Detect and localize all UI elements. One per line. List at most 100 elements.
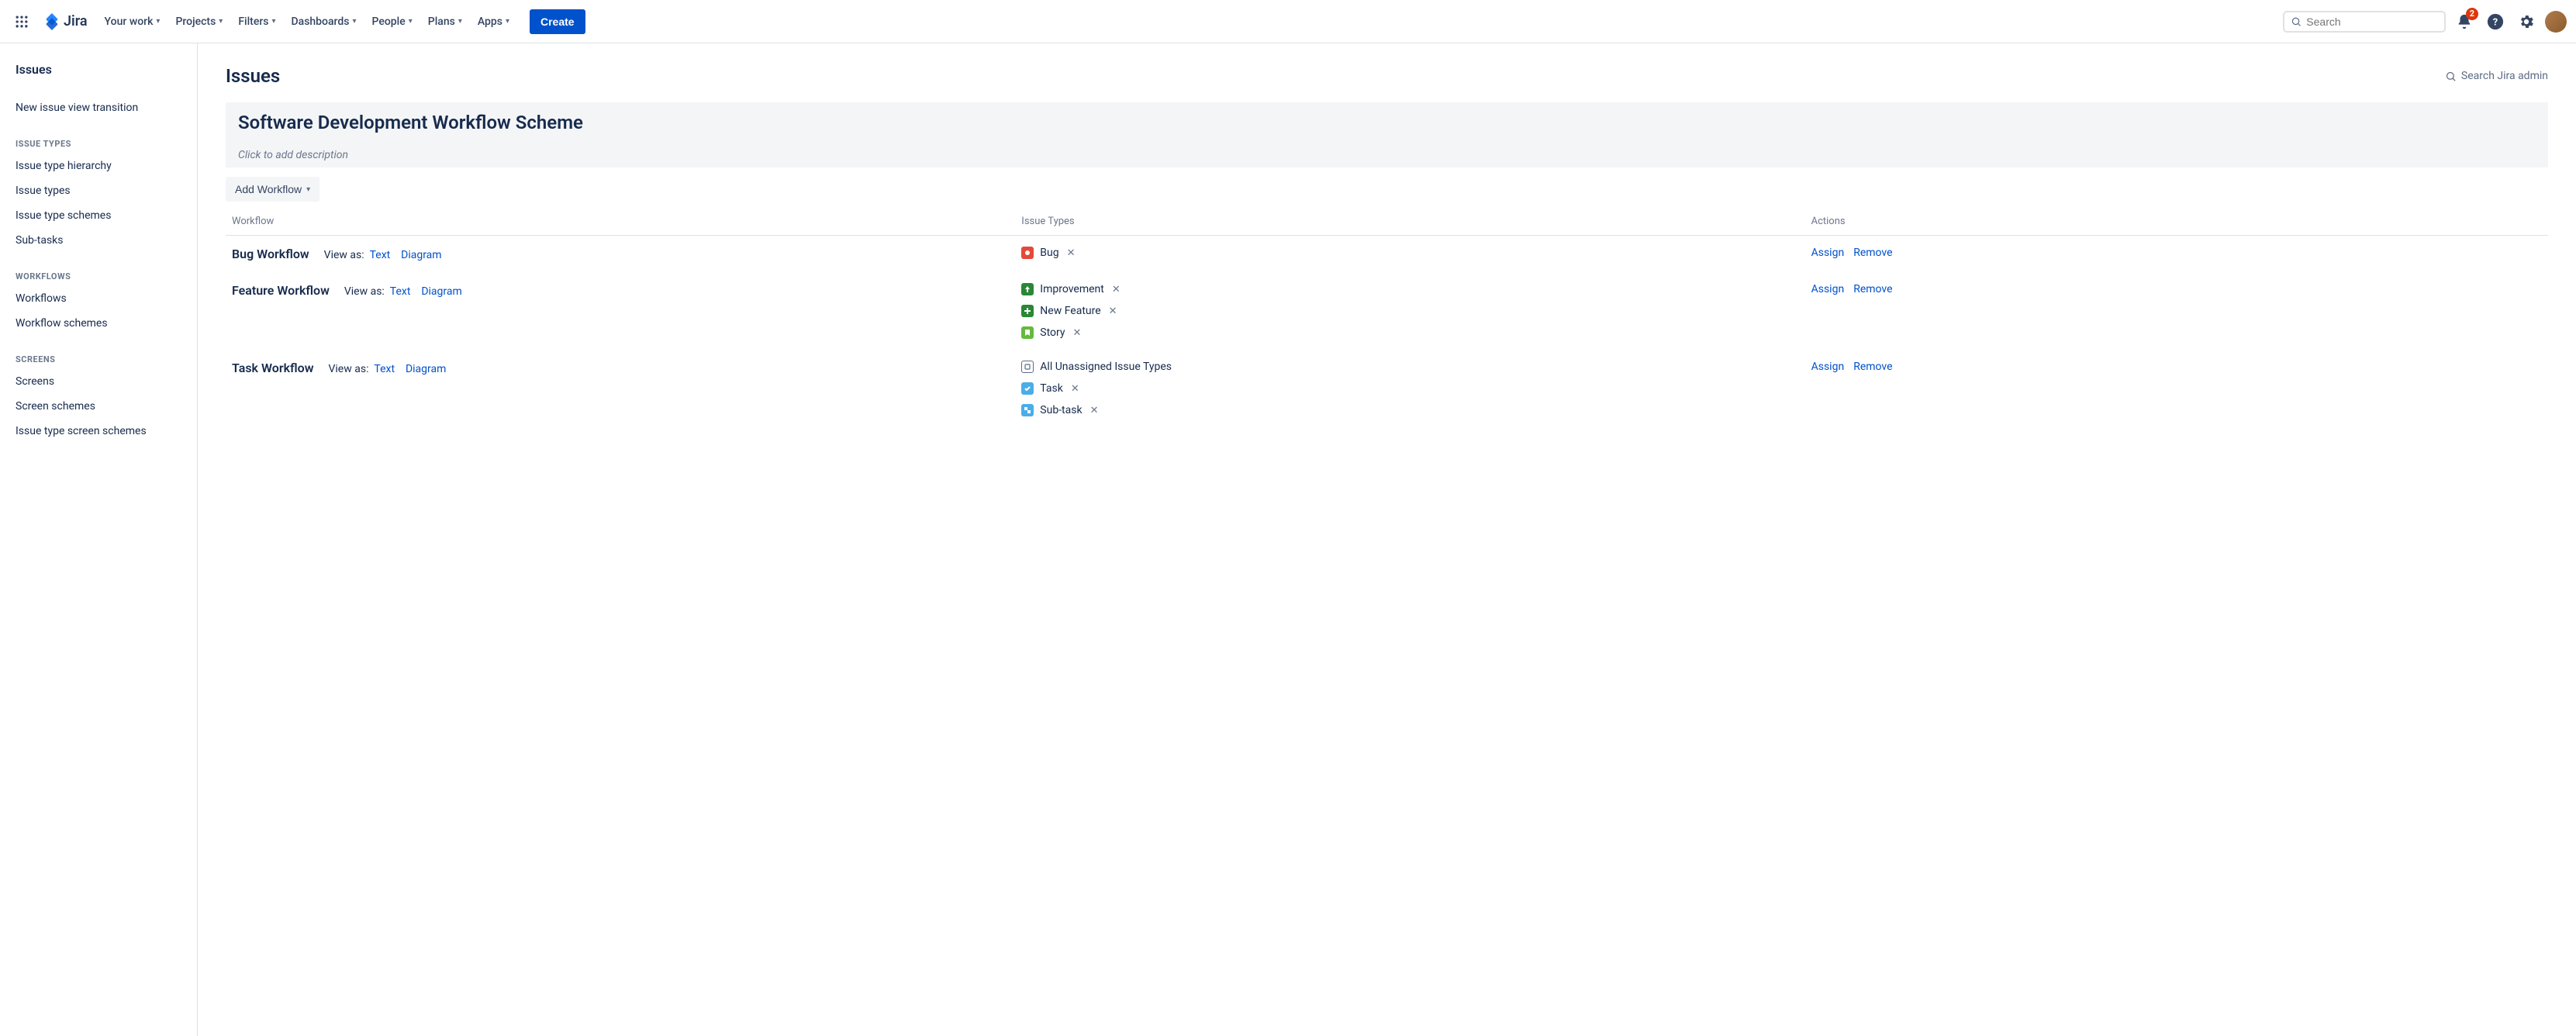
workflow-name: Task Workflow: [232, 361, 314, 375]
nav-apps[interactable]: Apps▾: [470, 11, 517, 33]
help-icon[interactable]: ?: [2483, 9, 2508, 34]
assign-link[interactable]: Assign: [1811, 283, 1845, 295]
settings-icon[interactable]: [2514, 9, 2539, 34]
remove-issue-type-icon[interactable]: ✕: [1109, 306, 1117, 317]
issue-type-all-unassigned-issue-types: All Unassigned Issue Types: [1021, 361, 1798, 373]
sidebar-group-workflows: WORKFLOWS: [16, 271, 188, 281]
task-icon: [1021, 382, 1034, 395]
remove-issue-type-icon[interactable]: ✕: [1090, 405, 1099, 416]
nav-projects[interactable]: Projects▾: [167, 11, 230, 33]
workflow-row: Bug Workflow View as: Text DiagramBug✕As…: [226, 236, 2548, 273]
issue-type-label: Bug: [1040, 247, 1058, 259]
remove-link[interactable]: Remove: [1853, 247, 1892, 259]
chevron-down-icon: ▾: [352, 17, 356, 26]
sidebar-group-screens: SCREENS: [16, 354, 188, 364]
sidebar-link-issue-type-schemes[interactable]: Issue type schemes: [16, 203, 188, 228]
feature-icon: [1021, 305, 1034, 317]
remove-link[interactable]: Remove: [1853, 361, 1892, 373]
chevron-down-icon: ▾: [219, 17, 223, 26]
scheme-name[interactable]: Software Development Workflow Scheme: [226, 102, 2548, 143]
view-text-link[interactable]: Text: [370, 249, 391, 261]
search-icon: [2291, 16, 2301, 28]
global-search[interactable]: [2283, 11, 2446, 33]
top-nav: Jira Your work▾Projects▾Filters▾Dashboar…: [0, 0, 2576, 43]
view-diagram-link[interactable]: Diagram: [406, 363, 446, 375]
user-avatar[interactable]: [2545, 11, 2567, 33]
workflow-row: Feature Workflow View as: Text Diagram Im…: [226, 272, 2548, 350]
app-switcher-icon[interactable]: [9, 9, 34, 34]
sidebar-link-screens[interactable]: Screens: [16, 369, 188, 394]
page-title: Issues: [226, 65, 280, 87]
sidebar-link-new-issue-view-transition[interactable]: New issue view transition: [16, 95, 188, 120]
remove-issue-type-icon[interactable]: ✕: [1112, 284, 1121, 295]
sidebar-link-workflows[interactable]: Workflows: [16, 286, 188, 311]
notification-badge: 2: [2466, 8, 2478, 20]
view-text-link[interactable]: Text: [374, 363, 395, 375]
col-actions: Actions: [1805, 208, 2548, 236]
issue-type-label: Sub-task: [1040, 404, 1082, 416]
story-icon: [1021, 326, 1034, 339]
issue-type-label: All Unassigned Issue Types: [1040, 361, 1172, 373]
issue-type-new-feature: New Feature ✕: [1021, 305, 1798, 317]
sidebar-link-issue-type-screen-schemes[interactable]: Issue type screen schemes: [16, 419, 188, 444]
chevron-down-icon: ▾: [506, 17, 509, 26]
product-name: Jira: [64, 13, 88, 29]
sidebar-link-issue-type-hierarchy[interactable]: Issue type hierarchy: [16, 154, 188, 178]
view-text-link[interactable]: Text: [390, 285, 411, 298]
issue-type-label: Story: [1040, 326, 1065, 339]
chevron-down-icon: ▾: [156, 17, 160, 26]
issue-type-label: Improvement: [1040, 283, 1104, 295]
admin-search[interactable]: Search Jira admin: [2445, 70, 2548, 82]
nav-plans[interactable]: Plans▾: [420, 11, 470, 33]
sidebar-link-sub-tasks[interactable]: Sub-tasks: [16, 228, 188, 253]
nav-people[interactable]: People▾: [364, 11, 420, 33]
remove-issue-type-icon[interactable]: ✕: [1071, 383, 1079, 395]
issue-type-improvement: Improvement ✕: [1021, 283, 1798, 295]
col-issue-types: Issue Types: [1015, 208, 1804, 236]
view-as-label: View as:: [323, 363, 369, 375]
issue-type-label: Task: [1040, 382, 1063, 395]
search-input[interactable]: [2306, 16, 2438, 28]
view-as-label: View as:: [339, 285, 385, 298]
assign-link[interactable]: Assign: [1811, 247, 1845, 259]
remove-issue-type-icon[interactable]: ✕: [1067, 247, 1076, 259]
create-button[interactable]: Create: [530, 9, 585, 34]
workflow-row: Task Workflow View as: Text Diagram All U…: [226, 350, 2548, 427]
nav-your-work[interactable]: Your work▾: [97, 11, 168, 33]
sidebar-link-issue-types[interactable]: Issue types: [16, 178, 188, 203]
issue-type-story: Story ✕: [1021, 326, 1798, 339]
col-workflow: Workflow: [226, 208, 1015, 236]
sidebar-link-workflow-schemes[interactable]: Workflow schemes: [16, 311, 188, 336]
issue-type-sub-task: Sub-task ✕: [1021, 404, 1798, 416]
workflow-table: Workflow Issue Types Actions Bug Workflo…: [226, 208, 2548, 427]
add-workflow-button[interactable]: Add Workflow ▾: [226, 177, 319, 202]
improve-icon: [1021, 283, 1034, 295]
nav-filters[interactable]: Filters▾: [230, 11, 283, 33]
remove-issue-type-icon[interactable]: ✕: [1073, 327, 1082, 339]
chevron-down-icon: ▾: [306, 185, 310, 194]
chevron-down-icon: ▾: [409, 17, 413, 26]
issue-type-label: New Feature: [1040, 305, 1100, 317]
view-diagram-link[interactable]: Diagram: [401, 249, 441, 261]
svg-text:?: ?: [2493, 16, 2498, 28]
bug-icon: [1021, 247, 1034, 259]
jira-logo[interactable]: Jira: [37, 13, 94, 30]
chevron-down-icon: ▾: [271, 17, 275, 26]
chevron-down-icon: ▾: [458, 17, 462, 26]
main-content: Issues Search Jira admin Software Develo…: [198, 43, 2576, 1036]
workflow-name: Feature Workflow: [232, 283, 330, 298]
remove-link[interactable]: Remove: [1853, 283, 1892, 295]
sidebar-group-issue-types: ISSUE TYPES: [16, 139, 188, 149]
nav-dashboards[interactable]: Dashboards▾: [284, 11, 364, 33]
sidebar: Issues New issue view transition ISSUE T…: [0, 43, 198, 1036]
issue-type-bug: Bug ✕: [1021, 247, 1798, 259]
view-diagram-link[interactable]: Diagram: [421, 285, 461, 298]
assign-link[interactable]: Assign: [1811, 361, 1845, 373]
scheme-description-placeholder[interactable]: Click to add description: [226, 143, 2548, 167]
notifications-icon[interactable]: 2: [2452, 9, 2477, 34]
unassigned-icon: [1021, 361, 1034, 373]
sidebar-link-screen-schemes[interactable]: Screen schemes: [16, 394, 188, 419]
search-icon: [2445, 71, 2457, 82]
sidebar-title: Issues: [16, 62, 188, 77]
jira-icon: [43, 13, 60, 30]
